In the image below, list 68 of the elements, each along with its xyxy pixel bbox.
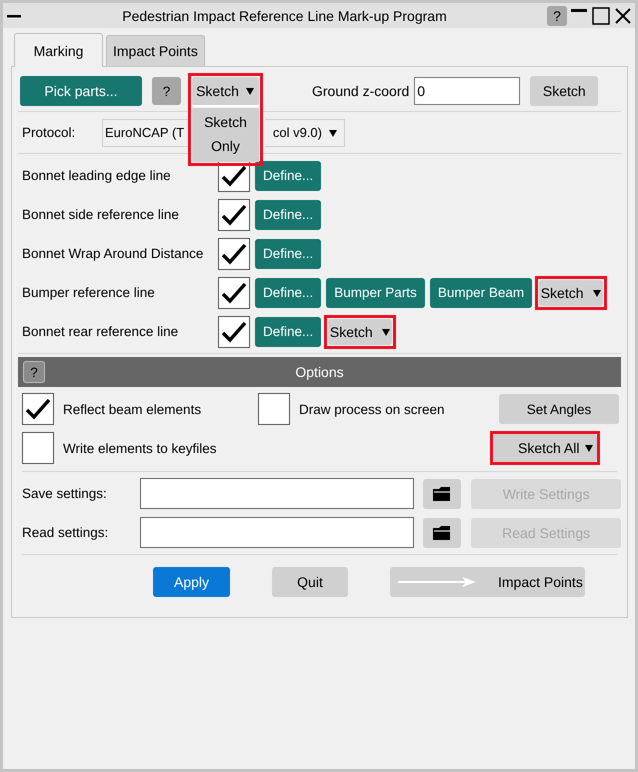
protocol-dropdown[interactable]: EuroNCAP (T (102, 118, 190, 146)
field-label: Read settings: (21, 525, 110, 540)
checkbox[interactable] (22, 393, 54, 425)
maximize-icon[interactable] (591, 6, 611, 26)
check-icon (221, 282, 247, 304)
checkbox[interactable] (218, 198, 250, 230)
checkbox[interactable] (22, 432, 54, 464)
apply-button[interactable]: Apply (153, 567, 230, 597)
ground-z-field[interactable]: 0 (414, 77, 520, 105)
checkbox[interactable] (218, 238, 250, 270)
help-button[interactable]: ? (152, 77, 181, 105)
checkbox-label: Write elements to keyfiles (63, 440, 217, 456)
line-label: Bonnet rear reference line (21, 324, 180, 339)
impact-points-button[interactable]: Impact Points (390, 567, 585, 597)
caret-icon (592, 288, 602, 298)
caret-icon (380, 326, 391, 336)
action-button[interactable]: Define... (255, 316, 322, 346)
sketch-dropdown[interactable]: Sketch (328, 318, 392, 344)
field-label: Save settings: (21, 486, 108, 501)
check-icon (221, 164, 247, 186)
help-button[interactable]: ? (23, 361, 45, 383)
action-button[interactable]: Define... (255, 278, 322, 308)
sketch-dropdown[interactable]: Sketch (192, 77, 259, 107)
section-title: Options (294, 364, 345, 380)
checkbox[interactable] (258, 393, 290, 425)
check-icon (25, 398, 51, 420)
checkbox[interactable] (218, 276, 250, 308)
line-label: Bonnet leading edge line (21, 168, 172, 183)
browse-button[interactable] (423, 518, 462, 548)
menu-item[interactable]: Only (211, 134, 240, 158)
pick-parts-button[interactable]: Pick parts... (20, 76, 142, 106)
caret-icon (328, 128, 338, 138)
caret-icon (244, 86, 255, 96)
tab[interactable]: Marking (14, 33, 103, 67)
field-label: Protocol: (21, 125, 76, 140)
file-path-field[interactable] (140, 517, 414, 548)
check-icon (221, 204, 247, 226)
menu-item[interactable]: Sketch (204, 110, 247, 134)
field-label: Ground z-coord (312, 83, 410, 99)
line-label: Bonnet Wrap Around Distance (21, 246, 204, 261)
tab[interactable]: Impact Points (106, 35, 205, 66)
sketch-button[interactable]: Sketch (530, 76, 598, 106)
file-path-field[interactable] (140, 478, 414, 509)
line-label: Bonnet side reference line (21, 207, 180, 222)
browse-button[interactable] (423, 478, 462, 508)
check-icon (221, 242, 247, 264)
action-button[interactable]: Bumper Beam (430, 278, 532, 308)
action-button[interactable]: Bumper Parts (326, 278, 425, 308)
action-button[interactable]: Define... (255, 200, 322, 230)
sketch-dropdown[interactable]: Sketch (539, 280, 604, 306)
checkbox[interactable] (218, 316, 250, 348)
checkbox-label: Reflect beam elements (63, 402, 202, 416)
window-title: Pedestrian Impact Reference Line Mark-up Program (121, 8, 448, 24)
action-button[interactable]: Define... (255, 160, 322, 190)
arrow-icon (398, 576, 478, 588)
sketch-all-dropdown[interactable]: Sketch All (493, 434, 597, 462)
folder-icon (432, 524, 452, 540)
protocol-dropdown[interactable]: col v9.0) (265, 118, 345, 146)
check-icon (221, 320, 247, 342)
help-button[interactable]: ? (547, 6, 567, 26)
folder-icon (432, 486, 452, 502)
quit-button[interactable]: Quit (272, 567, 348, 597)
caret-icon (584, 443, 594, 453)
line-label: Bumper reference line (21, 285, 156, 300)
close-icon[interactable] (613, 6, 633, 26)
action-button[interactable]: Define... (255, 238, 322, 268)
checkbox-label: Draw process on screen (299, 402, 445, 416)
set-angles-button[interactable]: Set Angles (499, 394, 619, 424)
